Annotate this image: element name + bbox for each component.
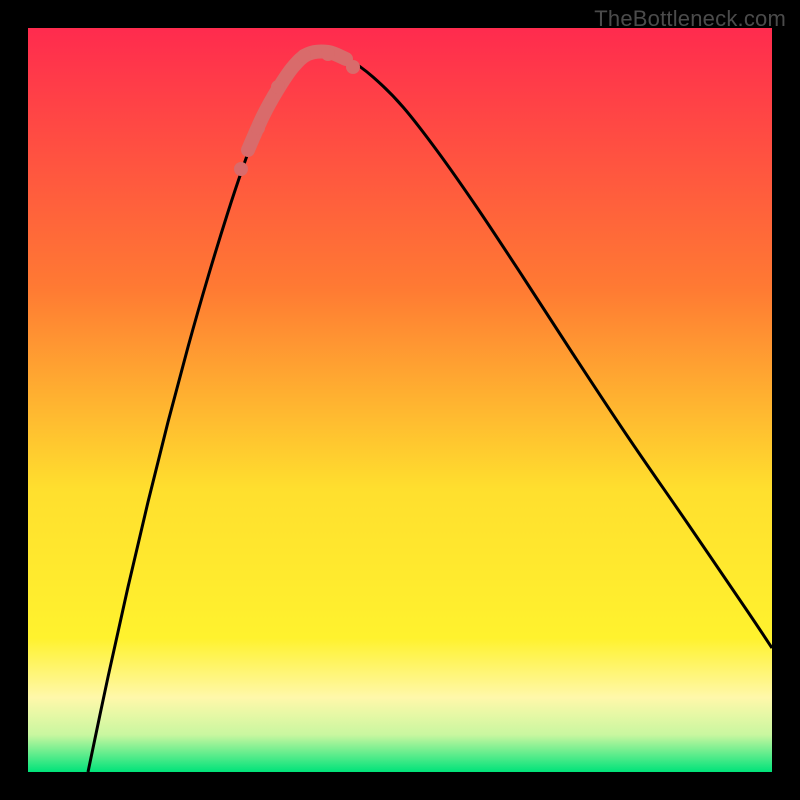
optimal-marker	[271, 80, 285, 94]
optimal-marker	[297, 49, 311, 63]
optimal-marker	[251, 121, 265, 135]
optimal-marker	[321, 47, 335, 61]
bottleneck-chart	[28, 28, 772, 772]
optimal-marker	[234, 162, 248, 176]
optimal-marker	[346, 60, 360, 74]
gradient-background	[28, 28, 772, 772]
chart-frame: TheBottleneck.com	[0, 0, 800, 800]
plot-area	[28, 28, 772, 772]
